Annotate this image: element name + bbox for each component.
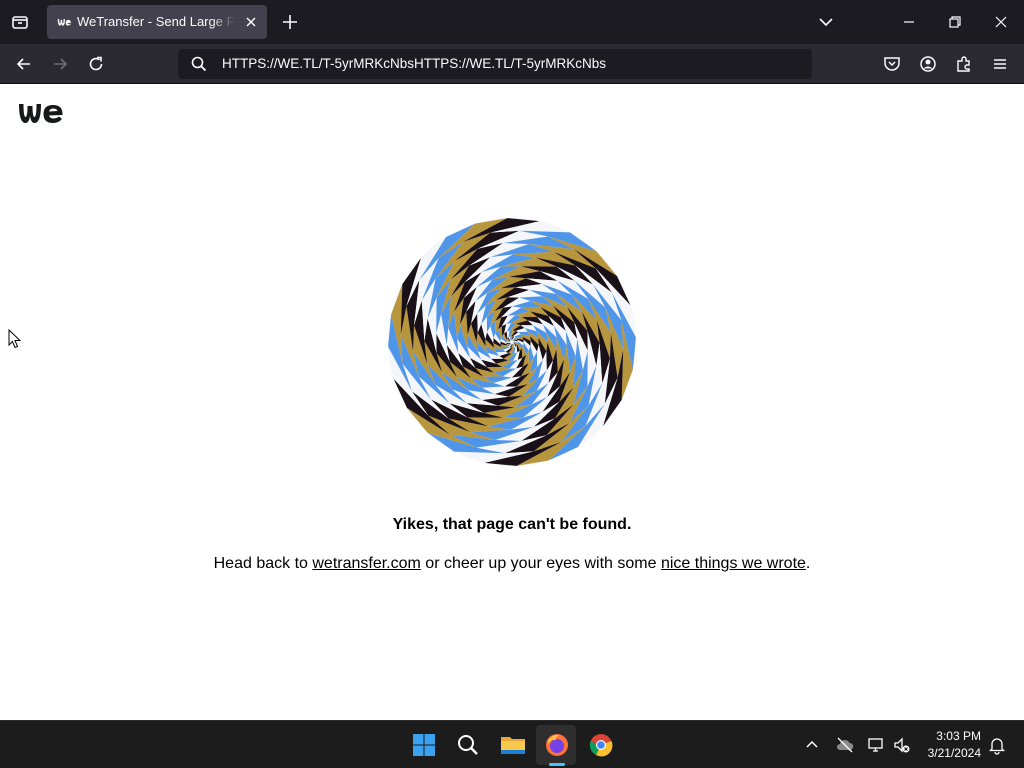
cloud-offline-icon[interactable]: [835, 735, 855, 755]
wetransfer-link[interactable]: wetransfer.com: [312, 555, 420, 572]
address-bar[interactable]: HTTPS://WE.TL/T-5yrMRKcNbsHTTPS://WE.TL/…: [178, 49, 812, 79]
pocket-icon[interactable]: [882, 54, 902, 74]
message-text: .: [805, 555, 811, 572]
message-text: or cheer up your eyes with some: [420, 555, 661, 572]
clock-date[interactable]: 3/21/2024: [916, 746, 981, 760]
page-content: Yikes, that page can't be found. Head ba…: [0, 85, 1024, 720]
browser-title-bar: WeTransfer - Send Large Files & Share Ph…: [0, 0, 1024, 44]
chrome-icon[interactable]: [588, 732, 614, 758]
page-title: Yikes, that page can't be found.: [392, 516, 632, 533]
network-icon[interactable]: [866, 735, 886, 755]
back-icon[interactable]: [14, 54, 34, 74]
menu-icon[interactable]: [990, 54, 1010, 74]
search-icon[interactable]: [456, 733, 480, 757]
chevron-up-icon[interactable]: [804, 737, 820, 753]
minimize-icon[interactable]: [899, 12, 919, 32]
clock-time[interactable]: 3:03 PM: [916, 729, 981, 743]
notifications-bell-icon[interactable]: [987, 735, 1007, 755]
windows-start-icon[interactable]: [412, 733, 436, 757]
tab-wetransfer[interactable]: WeTransfer - Send Large Files & Share Ph…: [47, 5, 267, 39]
tab-title: WeTransfer - Send Large Files & Share Ph…: [77, 14, 235, 29]
windows-taskbar: 3:03 PM 3/21/2024: [0, 720, 1024, 768]
forward-icon[interactable]: [50, 54, 70, 74]
navigation-toolbar: HTTPS://WE.TL/T-5yrMRKcNbsHTTPS://WE.TL/…: [0, 44, 1024, 84]
restore-icon[interactable]: [945, 12, 965, 32]
url-text[interactable]: HTTPS://WE.TL/T-5yrMRKcNbsHTTPS://WE.TL/…: [222, 56, 606, 71]
list-all-tabs-icon[interactable]: [816, 12, 836, 32]
search-icon: [191, 56, 207, 72]
extensions-icon[interactable]: [954, 54, 974, 74]
close-tab-icon[interactable]: [243, 14, 259, 30]
file-explorer-icon[interactable]: [500, 733, 526, 757]
spiral-illusion-image: [388, 218, 636, 466]
message-text: Head back to: [213, 555, 313, 572]
new-tab-icon[interactable]: [280, 12, 300, 32]
firefox-icon[interactable]: [544, 732, 570, 758]
error-message: Head back to wetransfer.com or cheer up …: [0, 555, 1024, 573]
mouse-cursor-icon: [8, 329, 22, 349]
active-indicator: [549, 763, 565, 766]
nice-things-link[interactable]: nice things we wrote: [661, 555, 806, 572]
reload-icon[interactable]: [86, 54, 106, 74]
firefox-view-icon[interactable]: [10, 12, 30, 32]
wetransfer-logo-icon[interactable]: [18, 101, 64, 125]
account-icon[interactable]: [918, 54, 938, 74]
close-window-icon[interactable]: [991, 12, 1011, 32]
wetransfer-favicon-icon: [57, 19, 71, 26]
volume-muted-icon[interactable]: [892, 735, 912, 755]
